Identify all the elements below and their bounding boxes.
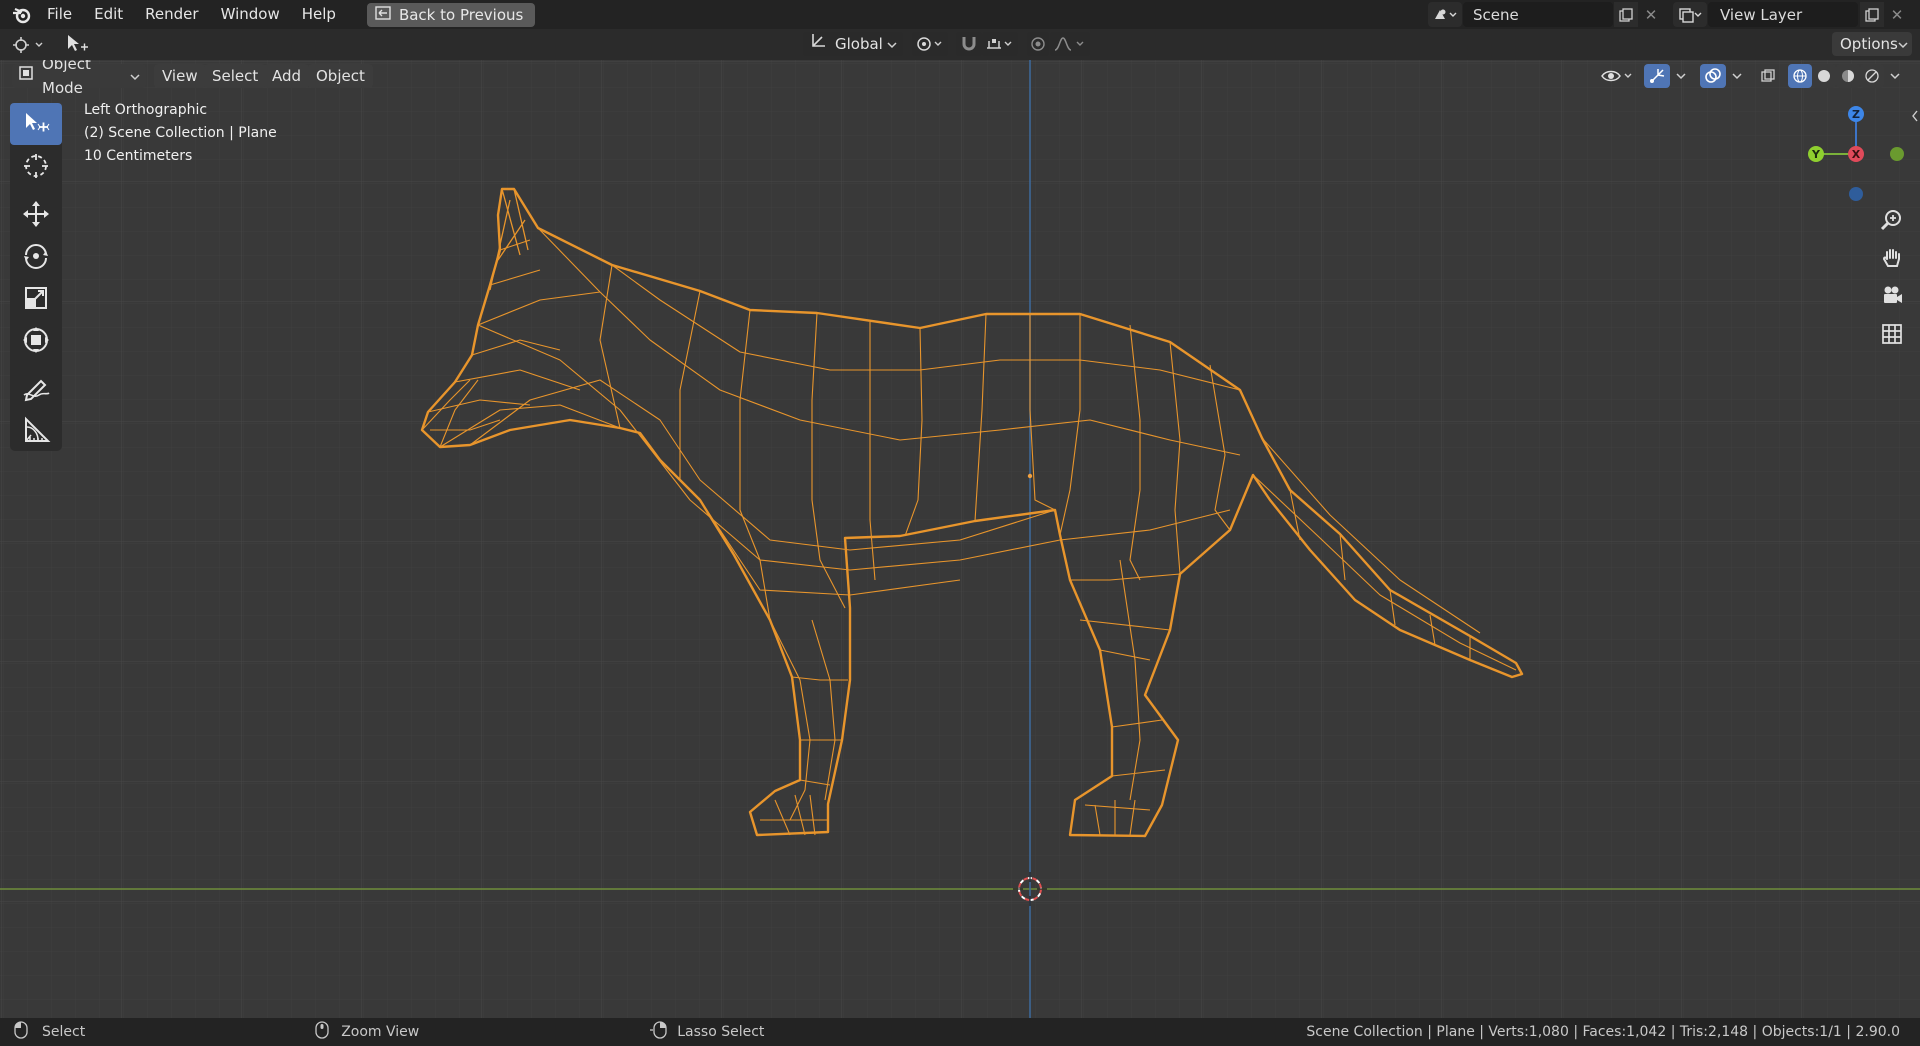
- status-zoom-hint: Zoom View: [341, 1024, 420, 1040]
- chevron-down-icon: [887, 32, 897, 56]
- view-layer-icon[interactable]: [1673, 2, 1707, 27]
- viewport-menu-object[interactable]: Object: [308, 64, 373, 88]
- transform-orientation-dropdown[interactable]: Global: [803, 32, 903, 56]
- options-dropdown[interactable]: Options: [1832, 32, 1912, 56]
- menu-window[interactable]: Window: [210, 0, 291, 29]
- back-to-previous-button[interactable]: Back to Previous: [366, 2, 536, 27]
- blender-logo-icon[interactable]: [8, 0, 36, 29]
- view-name-label: Left Orthographic: [84, 102, 208, 118]
- tool-settings-header: Global Options: [0, 29, 1920, 60]
- gizmo-neg-y-axis[interactable]: [1890, 147, 1904, 161]
- shading-wireframe-button[interactable]: [1788, 64, 1812, 88]
- menu-edit[interactable]: Edit: [83, 0, 134, 29]
- 3d-viewport[interactable]: Object Mode View Select Add Object Left …: [0, 60, 1920, 1018]
- gizmo-x-label: X: [1852, 148, 1861, 161]
- move-tool[interactable]: [10, 193, 62, 235]
- mouse-middle-icon: [315, 1021, 329, 1043]
- viewport-grid: [0, 60, 1920, 1018]
- shading-dropdown[interactable]: [1886, 64, 1904, 88]
- left-toolbar: [10, 103, 62, 451]
- overlays-dropdown[interactable]: [1728, 64, 1746, 88]
- transform-cursor-icon[interactable]: [64, 32, 90, 58]
- object-origin: [1027, 473, 1033, 479]
- scene-statistics: Scene Collection | Plane | Verts:1,080 |…: [1306, 1024, 1900, 1040]
- orthographic-toggle-icon[interactable]: [1874, 316, 1910, 352]
- grid-scale-label: 10 Centimeters: [84, 148, 193, 164]
- scene-copy-icon[interactable]: [1614, 2, 1638, 27]
- snap-toggle[interactable]: [956, 32, 982, 56]
- menu-file[interactable]: File: [36, 0, 83, 29]
- gizmo-dropdown[interactable]: [1672, 64, 1690, 88]
- back-icon: [375, 3, 391, 27]
- sidebar-toggle-arrow[interactable]: [1910, 108, 1920, 124]
- scene-name: Scene: [1473, 5, 1519, 24]
- status-bar: Select Zoom View Lasso Select Scene Coll…: [0, 1018, 1920, 1046]
- gizmo-z-label: Z: [1852, 108, 1860, 121]
- transform-tool[interactable]: [10, 319, 62, 361]
- menu-render[interactable]: Render: [134, 0, 209, 29]
- view-layer-copy-icon[interactable]: [1860, 2, 1884, 27]
- viewport-menu-view[interactable]: View: [154, 64, 206, 88]
- options-label: Options: [1840, 35, 1898, 53]
- zoom-icon[interactable]: [1874, 202, 1910, 238]
- collection-label: (2) Scene Collection | Plane: [84, 125, 277, 141]
- pan-hand-icon[interactable]: [1874, 240, 1910, 276]
- annotate-tool[interactable]: [10, 367, 62, 409]
- camera-view-icon[interactable]: [1874, 278, 1910, 314]
- object-mode-label: Object Mode: [42, 60, 91, 97]
- pivot-point-dropdown[interactable]: [912, 32, 948, 56]
- menu-help[interactable]: Help: [291, 0, 347, 29]
- shading-rendered-button[interactable]: [1860, 64, 1884, 88]
- proportional-edit-toggle[interactable]: [1027, 32, 1049, 56]
- top-menu-bar: File Edit Render Window Help Back to Pre…: [0, 0, 1920, 29]
- xray-toggle[interactable]: [1756, 64, 1780, 88]
- orientation-icon: [809, 32, 827, 57]
- gizmo-neg-z-axis[interactable]: [1849, 187, 1863, 201]
- viewport-menu-add[interactable]: Add: [264, 64, 310, 88]
- viewport-canvas[interactable]: [0, 60, 1920, 1018]
- viewport-menu-select[interactable]: Select: [204, 64, 267, 88]
- scale-tool[interactable]: [10, 277, 62, 319]
- snap-target-dropdown[interactable]: [982, 32, 1018, 56]
- view-layer-name: View Layer: [1720, 5, 1803, 24]
- editor-type-button[interactable]: [8, 33, 50, 57]
- scene-type-icon[interactable]: [1428, 2, 1462, 27]
- scene-close-icon[interactable]: ✕: [1640, 2, 1662, 27]
- orientation-label: Global: [835, 35, 883, 53]
- gizmo-y-label: Y: [1811, 148, 1821, 161]
- object-mode-dropdown[interactable]: Object Mode: [12, 60, 146, 97]
- chevron-down-icon: [1898, 32, 1908, 56]
- overlays-toggle[interactable]: [1700, 64, 1726, 88]
- proportional-falloff-dropdown[interactable]: [1050, 32, 1090, 56]
- shading-material-button[interactable]: [1836, 64, 1860, 88]
- cursor-tool[interactable]: [10, 145, 62, 187]
- view-layer-field[interactable]: View Layer: [1708, 2, 1858, 27]
- select-box-tool[interactable]: [10, 103, 62, 145]
- back-to-previous-label: Back to Previous: [398, 5, 524, 24]
- measure-tool[interactable]: [10, 409, 62, 451]
- mouse-right-icon: [649, 1021, 667, 1043]
- shading-solid-button[interactable]: [1812, 64, 1836, 88]
- visibility-dropdown[interactable]: [1598, 64, 1636, 88]
- status-select-hint: Select: [42, 1024, 86, 1040]
- view-layer-close-icon[interactable]: ✕: [1886, 2, 1908, 27]
- chevron-down-icon: [130, 64, 140, 88]
- status-lasso-hint: Lasso Select: [677, 1024, 765, 1040]
- scene-name-field[interactable]: Scene: [1463, 2, 1613, 27]
- gizmo-toggle[interactable]: [1644, 64, 1670, 88]
- mouse-left-icon: [14, 1021, 28, 1043]
- rotate-tool[interactable]: [10, 235, 62, 277]
- object-mode-icon: [18, 64, 34, 88]
